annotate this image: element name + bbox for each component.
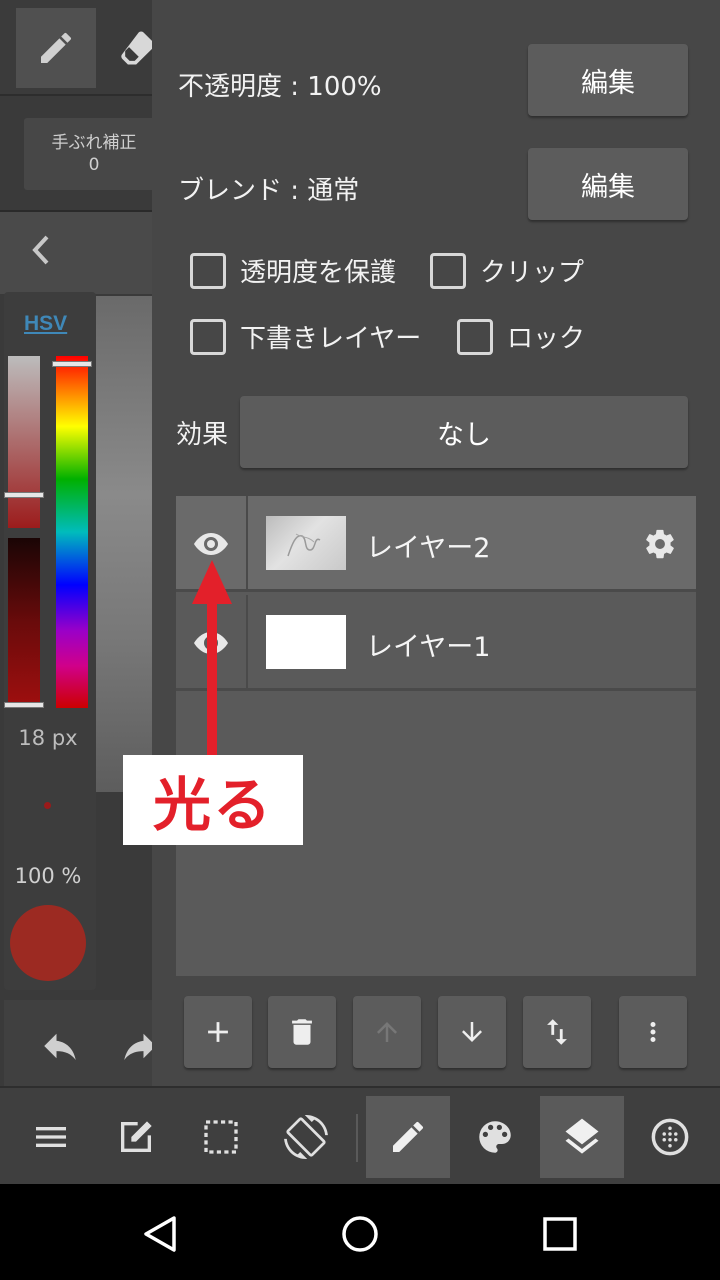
layers-button[interactable] bbox=[540, 1096, 624, 1178]
layer-tools-bar bbox=[184, 996, 688, 1068]
back-button[interactable] bbox=[24, 228, 58, 272]
layer-name: レイヤー1 bbox=[366, 632, 491, 663]
menu-button[interactable] bbox=[9, 1096, 93, 1178]
effect-select-button[interactable]: なし bbox=[240, 396, 688, 468]
hue-slider[interactable] bbox=[56, 356, 88, 708]
checkbox-box bbox=[430, 252, 466, 289]
palette-button[interactable] bbox=[453, 1096, 537, 1178]
swap-layers-button[interactable] bbox=[523, 996, 591, 1068]
blend-edit-button[interactable]: 編集 bbox=[528, 148, 688, 220]
material-icon bbox=[651, 1118, 689, 1156]
trash-icon bbox=[292, 1019, 312, 1045]
more-options-button[interactable] bbox=[619, 996, 687, 1068]
plus-icon bbox=[208, 1022, 228, 1042]
edit-button[interactable] bbox=[94, 1096, 178, 1178]
palette-icon bbox=[479, 1121, 511, 1153]
layer-row-2[interactable]: レイヤー2 bbox=[176, 496, 696, 592]
saturation-slider[interactable] bbox=[8, 356, 40, 528]
sketch-thumbnail-icon bbox=[287, 533, 321, 557]
gear-icon bbox=[646, 529, 674, 559]
checkbox-box bbox=[457, 318, 493, 355]
draft-layer-checkbox[interactable]: 下書きレイヤー bbox=[190, 318, 421, 355]
more-vertical-icon bbox=[650, 1022, 656, 1042]
layer-settings-button[interactable] bbox=[640, 524, 680, 564]
redo-button[interactable] bbox=[118, 1024, 152, 1068]
hue-slider-handle[interactable] bbox=[52, 361, 92, 367]
eraser-icon bbox=[121, 31, 152, 65]
rotate-icon bbox=[284, 1115, 328, 1159]
effect-label: 効果 bbox=[176, 420, 229, 450]
brush-opacity-label[interactable]: 100 % bbox=[0, 864, 96, 888]
circle-home-icon bbox=[342, 1216, 378, 1252]
layer-list: レイヤー2 レイヤー1 bbox=[176, 496, 696, 976]
left-tool-strip: 手ぶれ補正 0 HSV 18 px 100 % bbox=[0, 0, 152, 1086]
eraser-tool-button[interactable] bbox=[108, 8, 152, 88]
saturation-slider-handle[interactable] bbox=[4, 492, 44, 498]
clip-label: クリップ bbox=[480, 258, 585, 288]
move-layer-down-button[interactable] bbox=[438, 996, 506, 1068]
brush-icon bbox=[393, 1121, 423, 1152]
sub-tool-bar bbox=[0, 210, 152, 294]
material-button[interactable] bbox=[628, 1096, 712, 1178]
value-slider-handle[interactable] bbox=[4, 702, 44, 708]
stabilizer-button[interactable]: 手ぶれ補正 0 bbox=[24, 118, 152, 190]
triangle-back-icon bbox=[144, 1216, 176, 1252]
lock-label: ロック bbox=[507, 324, 586, 354]
move-layer-up-button[interactable] bbox=[353, 996, 421, 1068]
edit-icon bbox=[121, 1121, 152, 1152]
arrow-up-icon bbox=[377, 1022, 397, 1042]
brush-size-preview bbox=[44, 802, 51, 809]
undo-button[interactable] bbox=[38, 1024, 82, 1068]
annotation-arrow-icon bbox=[192, 560, 232, 760]
selection-icon bbox=[204, 1120, 238, 1154]
rotate-button[interactable] bbox=[264, 1096, 348, 1178]
lock-checkbox[interactable]: ロック bbox=[457, 318, 585, 355]
layers-icon bbox=[565, 1118, 599, 1154]
stabilizer-value: 0 bbox=[88, 155, 100, 175]
draft-layer-label: 下書きレイヤー bbox=[240, 324, 422, 354]
nav-home-button[interactable] bbox=[330, 1204, 390, 1264]
arrow-down-icon bbox=[462, 1022, 482, 1042]
layer-name: レイヤー2 bbox=[366, 533, 491, 564]
selection-button[interactable] bbox=[179, 1096, 263, 1178]
eye-icon bbox=[194, 533, 228, 555]
blend-label: ブレンド : 通常 bbox=[178, 176, 360, 206]
layer-panel: 不透明度 : 100% 編集 ブレンド : 通常 編集 透明度を保護 クリップ … bbox=[152, 0, 720, 1086]
hsv-mode-link[interactable]: HSV bbox=[24, 312, 67, 336]
pen-icon bbox=[41, 32, 71, 63]
checkbox-box bbox=[190, 318, 226, 355]
value-slider[interactable] bbox=[8, 538, 40, 708]
swap-vertical-icon bbox=[547, 1019, 567, 1045]
brush-size-label[interactable]: 18 px bbox=[0, 726, 96, 750]
system-nav-bar bbox=[0, 1184, 720, 1280]
pen-tool-button[interactable] bbox=[16, 8, 96, 88]
opacity-edit-button[interactable]: 編集 bbox=[528, 44, 688, 116]
protect-alpha-checkbox[interactable]: 透明度を保護 bbox=[190, 252, 396, 289]
annotation-text: 光る bbox=[152, 771, 273, 839]
nav-back-button[interactable] bbox=[130, 1204, 190, 1264]
current-color-swatch[interactable] bbox=[10, 905, 86, 981]
undo-icon bbox=[44, 1033, 76, 1060]
protect-alpha-label: 透明度を保護 bbox=[240, 258, 397, 288]
clip-checkbox[interactable]: クリップ bbox=[430, 252, 584, 289]
layer-thumbnail bbox=[266, 516, 346, 570]
annotation-box: 光る bbox=[123, 755, 303, 845]
square-recents-icon bbox=[543, 1217, 577, 1251]
nav-recents-button[interactable] bbox=[530, 1204, 590, 1264]
canvas-area[interactable] bbox=[96, 296, 152, 792]
delete-layer-button[interactable] bbox=[268, 996, 336, 1068]
layer-row-1[interactable]: レイヤー1 bbox=[176, 595, 696, 691]
stabilizer-label: 手ぶれ補正 bbox=[51, 133, 137, 153]
toolbar-divider bbox=[356, 1114, 358, 1162]
add-layer-button[interactable] bbox=[184, 996, 252, 1068]
checkbox-box bbox=[190, 252, 226, 289]
chevron-left-icon bbox=[32, 235, 49, 265]
bottom-toolbar bbox=[0, 1086, 720, 1184]
layer-thumbnail bbox=[266, 615, 346, 669]
menu-icon bbox=[36, 1127, 66, 1147]
brush-button[interactable] bbox=[366, 1096, 450, 1178]
redo-icon bbox=[124, 1033, 152, 1060]
opacity-label: 不透明度 : 100% bbox=[178, 72, 382, 102]
